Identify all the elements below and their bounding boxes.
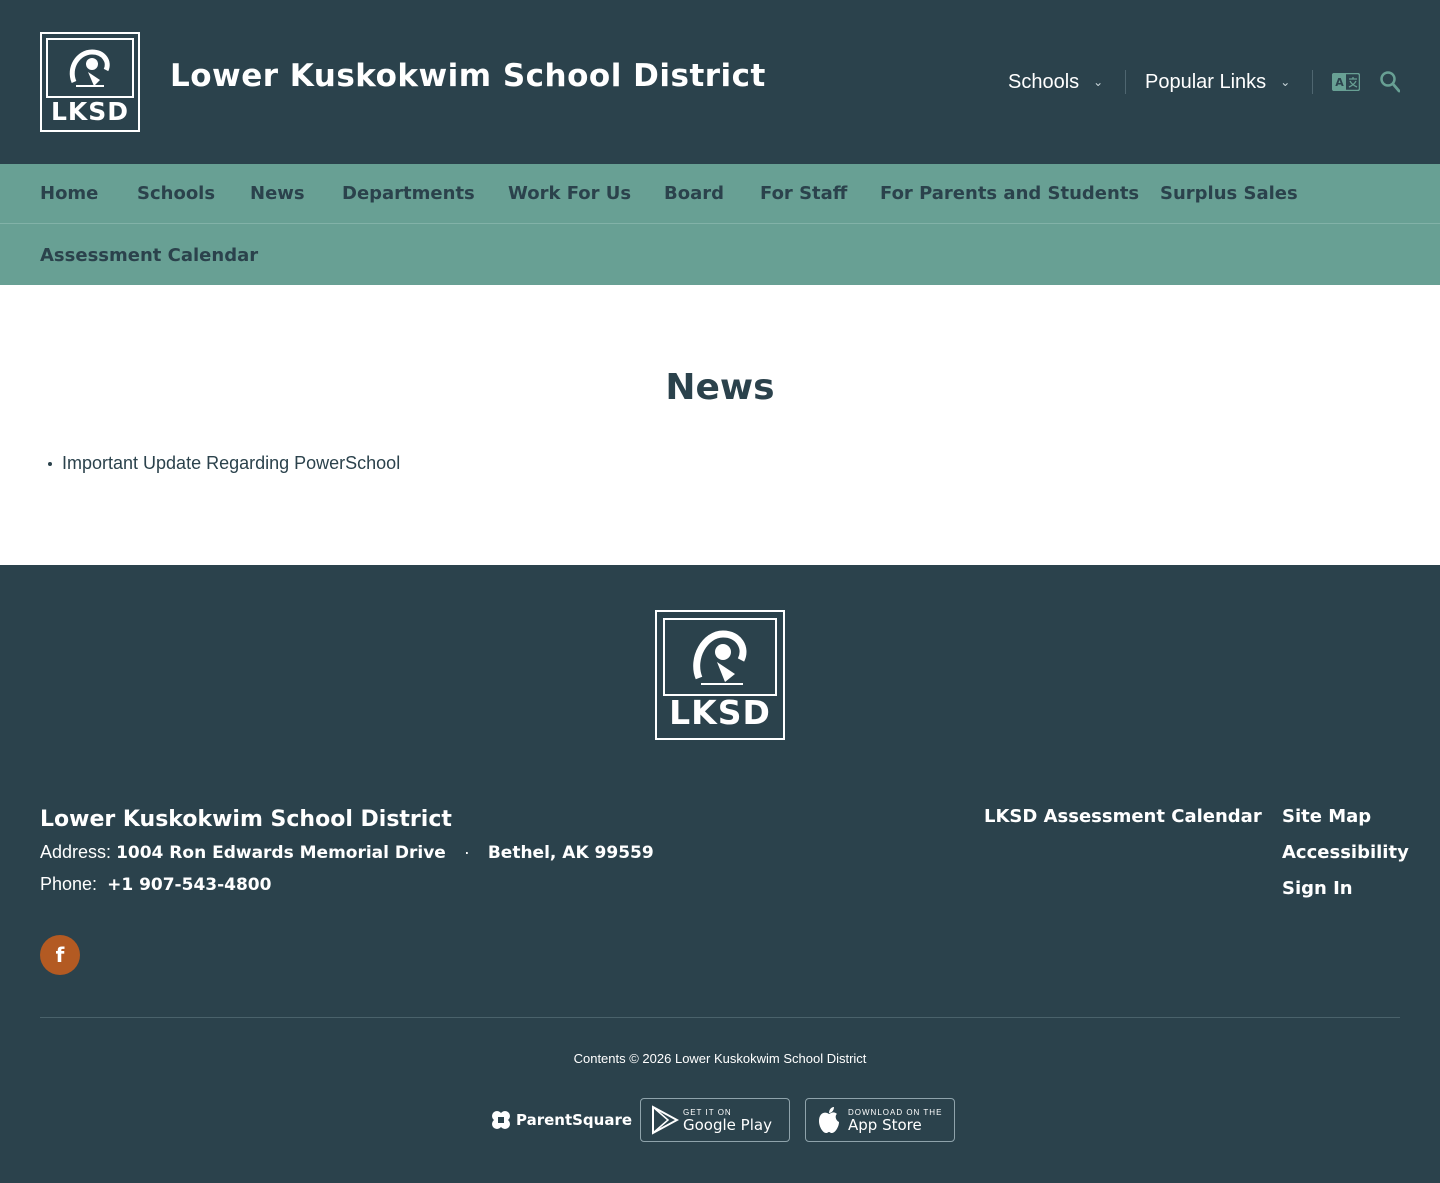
parentsquare-icon: [492, 1111, 510, 1129]
phone-label: Phone:: [40, 874, 98, 894]
nav-item-home[interactable]: Home: [40, 183, 98, 204]
nav-item-work-for-us[interactable]: Work For Us: [508, 183, 631, 204]
nav-item-surplus-sales[interactable]: Surplus Sales: [1160, 183, 1298, 204]
nav-item-for-staff[interactable]: For Staff: [760, 183, 847, 204]
nav-item-departments[interactable]: Departments: [342, 183, 475, 204]
nav-row: Assessment Calendar: [0, 225, 1440, 285]
footer-link-site-map[interactable]: Site Map: [1282, 806, 1371, 827]
nav-item-parents-students[interactable]: For Parents and Students: [880, 183, 1139, 204]
district-name: Lower Kuskokwim School District: [40, 807, 452, 832]
google-play-badge[interactable]: GET IT ON Google Play: [640, 1098, 790, 1142]
schools-dropdown-label: Schools: [1008, 70, 1080, 93]
parentsquare-link[interactable]: ParentSquare: [490, 1109, 632, 1131]
footer-link-assessment-calendar[interactable]: LKSD Assessment Calendar: [984, 806, 1262, 827]
svg-text:A: A: [1335, 76, 1344, 89]
popular-links-dropdown[interactable]: Popular Links ⌄: [1145, 68, 1290, 96]
main-content: News Important Update Regarding PowerSch…: [0, 285, 1440, 565]
address: Address: 1004 Ron Edwards Memorial Drive…: [40, 842, 654, 863]
site-footer: LKSD Lower Kuskokwim School District Add…: [0, 565, 1440, 1183]
nav-item-assessment-calendar[interactable]: Assessment Calendar: [40, 245, 258, 266]
apple-icon: [819, 1107, 839, 1133]
chevron-down-icon: ⌄: [1280, 75, 1291, 89]
address-city[interactable]: Bethel, AK 99559: [488, 843, 654, 863]
separator: ·: [463, 842, 470, 862]
site-title[interactable]: Lower Kuskokwim School District: [170, 58, 766, 94]
nav-item-board[interactable]: Board: [664, 183, 724, 204]
main-navigation: Home Schools News Departments Work For U…: [0, 164, 1440, 285]
translate-icon[interactable]: A: [1332, 73, 1360, 91]
phone-number[interactable]: +1 907-543-4800: [107, 875, 271, 895]
news-list: Important Update Regarding PowerSchool: [48, 453, 400, 474]
chevron-down-icon: ⌄: [1093, 75, 1104, 89]
footer-divider: [40, 1017, 1400, 1018]
facebook-icon[interactable]: f: [40, 935, 80, 975]
popular-links-label: Popular Links: [1145, 70, 1267, 93]
logo-fish-emblem: [663, 618, 777, 696]
address-street[interactable]: 1004 Ron Edwards Memorial Drive: [116, 843, 446, 863]
salmon-icon: [693, 630, 747, 685]
address-label: Address:: [40, 842, 112, 862]
schools-dropdown[interactable]: Schools ⌄: [1008, 68, 1103, 96]
app-store-badge[interactable]: DOWNLOAD ON THE App Store: [805, 1098, 955, 1142]
google-play-label: Google Play: [683, 1115, 772, 1134]
nav-item-news[interactable]: News: [250, 183, 305, 204]
search-icon[interactable]: [1380, 71, 1400, 93]
nav-row: Home Schools News Departments Work For U…: [0, 164, 1440, 224]
copyright: Contents © 2026 Lower Kuskokwim School D…: [573, 1051, 867, 1066]
logo-text: LKSD: [50, 97, 130, 126]
nav-item-schools[interactable]: Schools: [137, 183, 215, 204]
list-item: Important Update Regarding PowerSchool: [48, 453, 400, 474]
divider: [1312, 70, 1313, 94]
news-link[interactable]: Important Update Regarding PowerSchool: [62, 453, 400, 474]
divider: [1125, 70, 1126, 94]
logo-text: LKSD: [669, 693, 771, 732]
bullet: [48, 461, 52, 466]
district-logo[interactable]: LKSD: [40, 32, 140, 132]
site-header: LKSD Lower Kuskokwim School District Sch…: [0, 0, 1440, 164]
salmon-icon: [69, 49, 110, 87]
footer-logo[interactable]: LKSD: [655, 610, 785, 740]
phone: Phone: +1 907-543-4800: [40, 874, 271, 895]
page-title: News: [665, 367, 775, 408]
parentsquare-label: ParentSquare: [516, 1111, 633, 1129]
logo-fish-emblem: [46, 38, 134, 98]
footer-link-sign-in[interactable]: Sign In: [1282, 878, 1353, 899]
google-play-icon: [652, 1105, 679, 1135]
app-store-label: App Store: [848, 1115, 922, 1134]
footer-link-accessibility[interactable]: Accessibility: [1282, 842, 1409, 863]
